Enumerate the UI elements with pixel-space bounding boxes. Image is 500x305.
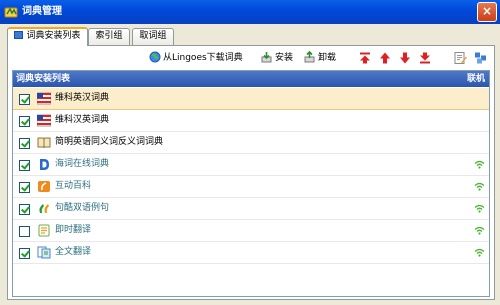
tab-capture-group[interactable]: 取词组: [132, 28, 174, 45]
book-icon: [37, 137, 51, 149]
dict-d-icon: [40, 159, 49, 170]
translate-icon: [38, 224, 50, 237]
install-button[interactable]: 安装: [260, 51, 293, 65]
online-icon: [474, 226, 485, 235]
move-top-icon[interactable]: [359, 51, 371, 65]
us-flag-icon: [37, 114, 51, 127]
enable-checkbox[interactable]: [19, 248, 30, 259]
dictionary-name: 互动百科: [55, 181, 92, 191]
list-item[interactable]: 互动百科: [13, 176, 489, 198]
list-item[interactable]: 海词在线词典: [13, 154, 489, 176]
dictionary-name: 维科英汉词典: [55, 93, 110, 103]
move-bottom-icon[interactable]: [419, 51, 431, 65]
dictionary-manager-window: 词典管理 × 词典安装列表 索引组 取词组 从Lingoes下载词典 安装 卸载…: [0, 0, 500, 305]
list-item[interactable]: 维科英汉词典: [13, 88, 489, 110]
enable-checkbox[interactable]: [19, 226, 30, 237]
download-from-lingoes-button[interactable]: 从Lingoes下载词典: [149, 51, 243, 65]
window-title: 词典管理: [22, 6, 62, 17]
list-icon: [14, 31, 24, 39]
header-title: 词典安装列表: [16, 74, 71, 84]
tab-install-list[interactable]: 词典安装列表: [7, 27, 88, 46]
enable-checkbox[interactable]: [19, 160, 30, 171]
enable-checkbox[interactable]: [19, 138, 30, 149]
dictionary-name: 海词在线词典: [55, 159, 110, 169]
group-settings-icon[interactable]: [474, 51, 487, 65]
online-icon: [474, 182, 485, 191]
dictionary-name: 句酷双语例句: [55, 203, 110, 213]
enable-checkbox[interactable]: [19, 204, 30, 215]
move-down-icon[interactable]: [399, 51, 411, 65]
uninstall-button[interactable]: 卸载: [303, 50, 337, 65]
move-up-icon[interactable]: [379, 51, 391, 65]
online-icon: [474, 160, 485, 169]
fulltext-translate-icon: [37, 246, 51, 259]
list-header: 词典安装列表 联机: [13, 71, 489, 87]
hudong-icon: [38, 181, 50, 192]
list-item[interactable]: 简明英语同义词反义词词典: [13, 132, 489, 154]
app-icon: [4, 7, 18, 18]
tab-label: 取词组: [139, 31, 167, 41]
title-bar[interactable]: 词典管理 ×: [0, 0, 500, 24]
dictionary-name: 即时翻译: [55, 225, 92, 235]
enable-checkbox[interactable]: [19, 116, 30, 127]
list-item[interactable]: 维科汉英词典: [13, 110, 489, 132]
dictionary-name: 维科汉英词典: [55, 115, 110, 125]
edit-properties-icon[interactable]: [454, 51, 467, 65]
dictionary-name: 全文翻译: [55, 247, 92, 257]
tab-panel: 从Lingoes下载词典 安装 卸载 词典安装列表 联机 维科英汉词典 维科汉英…: [7, 45, 495, 300]
uninstall-icon: [304, 50, 315, 63]
toolbar: 从Lingoes下载词典 安装 卸载: [8, 46, 494, 70]
online-icon: [474, 248, 485, 257]
online-icon: [474, 204, 485, 213]
tab-strip: 词典安装列表 索引组 取词组: [7, 27, 495, 46]
tab-index-group[interactable]: 索引组: [88, 28, 130, 45]
list-item[interactable]: 全文翻译: [13, 242, 489, 264]
tab-label: 索引组: [95, 31, 123, 41]
download-label: 从Lingoes下载词典: [163, 53, 243, 63]
dictionary-list[interactable]: 词典安装列表 联机 维科英汉词典 维科汉英词典 简明英语同义词反义词词典 海词在…: [12, 70, 490, 297]
us-flag-icon: [37, 92, 51, 105]
enable-checkbox[interactable]: [19, 182, 30, 193]
dictionary-name: 简明英语同义词反义词词典: [55, 137, 164, 147]
list-item[interactable]: 句酷双语例句: [13, 198, 489, 220]
uninstall-label: 卸载: [318, 53, 337, 63]
globe-icon: [149, 51, 161, 63]
list-item[interactable]: 即时翻译: [13, 220, 489, 242]
enable-checkbox[interactable]: [19, 94, 30, 105]
tab-label: 词典安装列表: [26, 31, 81, 41]
install-label: 安装: [275, 53, 294, 63]
jukuu-icon: [39, 204, 49, 213]
close-button[interactable]: ×: [477, 2, 497, 22]
header-online: 联机: [466, 74, 485, 84]
install-icon: [261, 52, 272, 63]
